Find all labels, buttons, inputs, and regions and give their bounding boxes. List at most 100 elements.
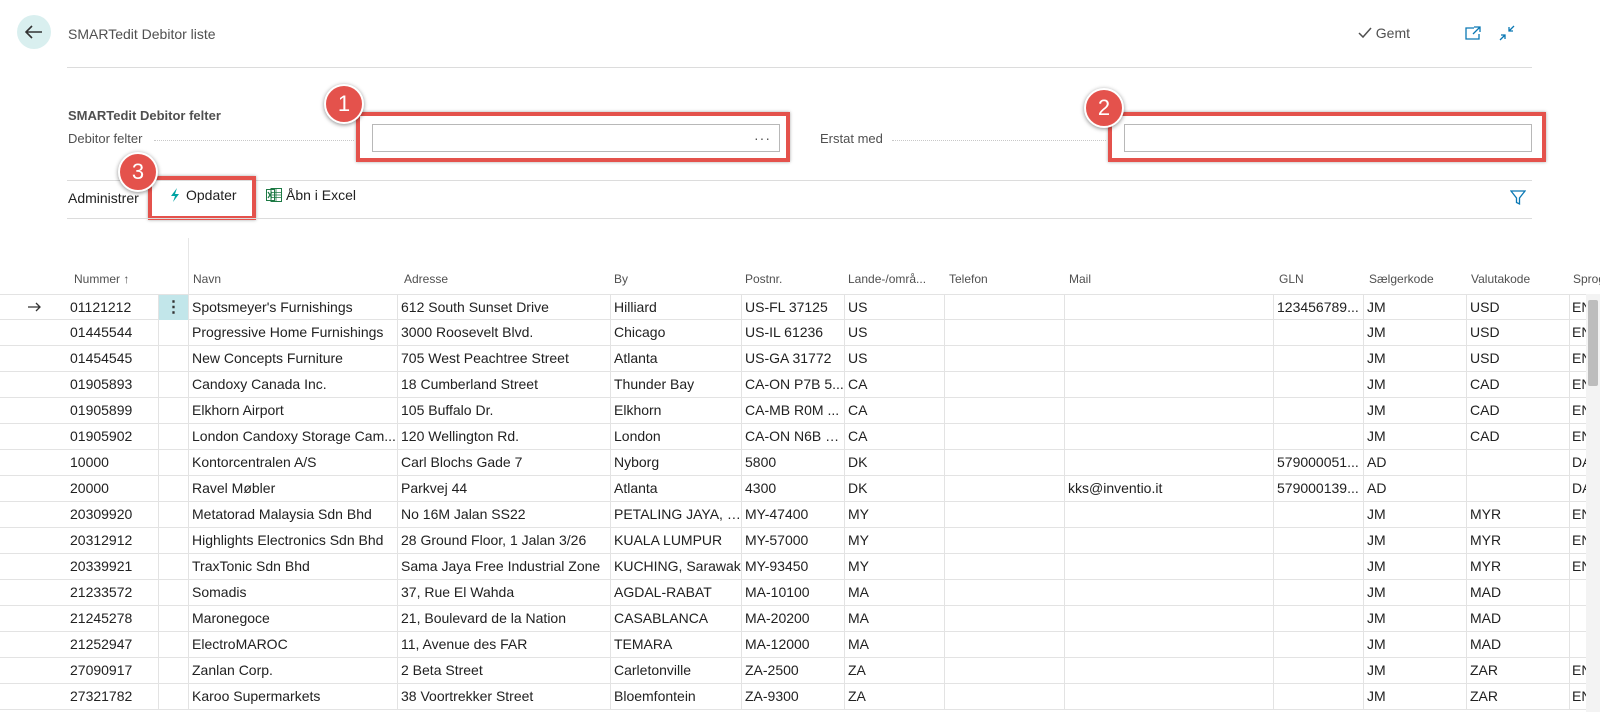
cell-adresse[interactable]: 11, Avenue des FAR <box>398 632 611 657</box>
cell-navn[interactable]: London Candoxy Storage Cam... <box>189 424 398 449</box>
cell-postnr[interactable]: US-FL 37125 <box>742 295 845 320</box>
cell-mail[interactable] <box>1065 580 1274 605</box>
col-header-telefon[interactable]: Telefon <box>949 272 988 286</box>
cell-land[interactable]: ZA <box>845 658 945 683</box>
filter-button[interactable] <box>1509 190 1527 211</box>
cell-valutakode[interactable]: MYR <box>1467 528 1570 553</box>
cell-navn[interactable]: Highlights Electronics Sdn Bhd <box>189 528 398 553</box>
cell-land[interactable]: MA <box>845 580 945 605</box>
cell-postnr[interactable]: US-GA 31772 <box>742 346 845 371</box>
back-button[interactable] <box>17 15 51 49</box>
cell-sprog[interactable] <box>1570 632 1586 657</box>
table-row[interactable]: 21233572 Somadis 37, Rue El Wahda AGDAL-RAB… <box>0 580 1586 606</box>
cell-mail[interactable] <box>1065 528 1274 553</box>
cell-sprog[interactable]: EN <box>1570 398 1586 423</box>
cell-saelgerkode[interactable]: JM <box>1364 346 1467 371</box>
row-menu-cell[interactable]: ⋮ <box>159 295 189 320</box>
cell-valutakode[interactable]: USD <box>1467 346 1570 371</box>
cell-valutakode[interactable]: USD <box>1467 295 1570 320</box>
cell-sprog[interactable] <box>1570 580 1586 605</box>
row-menu-cell[interactable] <box>159 580 189 605</box>
table-row[interactable]: 01905902 London Candoxy Storage Cam... 120… <box>0 424 1586 450</box>
cell-gln[interactable] <box>1274 372 1364 397</box>
cell-adresse[interactable]: 21, Boulevard de la Nation <box>398 606 611 631</box>
cell-mail[interactable] <box>1065 606 1274 631</box>
cell-saelgerkode[interactable]: JM <box>1364 606 1467 631</box>
cell-valutakode[interactable]: CAD <box>1467 398 1570 423</box>
cell-telefon[interactable] <box>945 450 1065 475</box>
cell-saelgerkode[interactable]: JM <box>1364 528 1467 553</box>
cell-gln[interactable]: 579000139... <box>1274 476 1364 501</box>
cell-nummer[interactable]: 21245278 <box>67 606 159 631</box>
row-menu-cell[interactable] <box>159 476 189 501</box>
cell-nummer[interactable]: 01905893 <box>67 372 159 397</box>
cell-adresse[interactable]: 3000 Roosevelt Blvd. <box>398 320 611 345</box>
cell-valutakode[interactable] <box>1467 476 1570 501</box>
administrer-menu[interactable]: Administrer <box>68 190 139 206</box>
cell-adresse[interactable]: Sama Jaya Free Industrial Zone <box>398 554 611 579</box>
cell-postnr[interactable]: MA-20200 <box>742 606 845 631</box>
cell-navn[interactable]: Kontorcentralen A/S <box>189 450 398 475</box>
cell-saelgerkode[interactable]: AD <box>1364 450 1467 475</box>
cell-by[interactable]: KUALA LUMPUR <box>611 528 742 553</box>
cell-gln[interactable] <box>1274 580 1364 605</box>
cell-land[interactable]: ZA <box>845 684 945 709</box>
cell-mail[interactable] <box>1065 658 1274 683</box>
cell-land[interactable]: MA <box>845 632 945 657</box>
row-menu-cell[interactable] <box>159 346 189 371</box>
cell-telefon[interactable] <box>945 632 1065 657</box>
cell-mail[interactable] <box>1065 372 1274 397</box>
cell-gln[interactable] <box>1274 684 1364 709</box>
row-menu-cell[interactable] <box>159 606 189 631</box>
cell-by[interactable]: Elkhorn <box>611 398 742 423</box>
cell-land[interactable]: MY <box>845 502 945 527</box>
cell-saelgerkode[interactable]: JM <box>1364 658 1467 683</box>
table-row[interactable]: 20339921 TraxTonic Sdn Bhd Sama Jaya Free … <box>0 554 1586 580</box>
cell-nummer[interactable]: 01121212 <box>67 295 159 320</box>
cell-land[interactable]: MA <box>845 606 945 631</box>
cell-nummer[interactable]: 01454545 <box>67 346 159 371</box>
cell-telefon[interactable] <box>945 372 1065 397</box>
cell-valutakode[interactable]: MYR <box>1467 502 1570 527</box>
row-menu-cell[interactable] <box>159 554 189 579</box>
cell-adresse[interactable]: 2 Beta Street <box>398 658 611 683</box>
table-row[interactable]: 20000 Ravel Møbler Parkvej 44 Atlanta 4300 DK… <box>0 476 1586 502</box>
cell-adresse[interactable]: 612 South Sunset Drive <box>398 295 611 320</box>
cell-valutakode[interactable] <box>1467 450 1570 475</box>
cell-saelgerkode[interactable]: JM <box>1364 372 1467 397</box>
table-row[interactable]: 01905899 Elkhorn Airport 105 Buffalo Dr. El… <box>0 398 1586 424</box>
col-header-sprog[interactable]: Sprog <box>1573 272 1600 286</box>
col-header-navn[interactable]: Navn <box>193 272 221 286</box>
cell-by[interactable]: Bloemfontein <box>611 684 742 709</box>
cell-adresse[interactable]: Carl Blochs Gade 7 <box>398 450 611 475</box>
row-menu-cell[interactable] <box>159 632 189 657</box>
cell-by[interactable]: Nyborg <box>611 450 742 475</box>
cell-gln[interactable] <box>1274 346 1364 371</box>
cell-by[interactable]: Carletonville <box>611 658 742 683</box>
cell-valutakode[interactable]: MAD <box>1467 632 1570 657</box>
cell-nummer[interactable]: 01445544 <box>67 320 159 345</box>
cell-postnr[interactable]: ZA-2500 <box>742 658 845 683</box>
cell-valutakode[interactable]: USD <box>1467 320 1570 345</box>
table-row[interactable]: 01454545 New Concepts Furniture 705 West P… <box>0 346 1586 372</box>
cell-nummer[interactable]: 21252947 <box>67 632 159 657</box>
cell-navn[interactable]: Elkhorn Airport <box>189 398 398 423</box>
table-row[interactable]: 01445544 Progressive Home Furnishings 3000… <box>0 320 1586 346</box>
open-new-window-button[interactable] <box>1464 24 1482 42</box>
cell-mail[interactable] <box>1065 295 1274 320</box>
cell-by[interactable]: Hilliard <box>611 295 742 320</box>
cell-valutakode[interactable]: MYR <box>1467 554 1570 579</box>
cell-mail[interactable] <box>1065 684 1274 709</box>
cell-navn[interactable]: Somadis <box>189 580 398 605</box>
cell-adresse[interactable]: Parkvej 44 <box>398 476 611 501</box>
cell-saelgerkode[interactable]: JM <box>1364 398 1467 423</box>
more-menu-icon[interactable]: ⋮ <box>159 295 188 320</box>
cell-adresse[interactable]: 18 Cumberland Street <box>398 372 611 397</box>
cell-telefon[interactable] <box>945 606 1065 631</box>
cell-valutakode[interactable]: MAD <box>1467 606 1570 631</box>
collapse-button[interactable] <box>1498 24 1516 42</box>
cell-postnr[interactable]: MA-10100 <box>742 580 845 605</box>
cell-land[interactable]: US <box>845 320 945 345</box>
cell-by[interactable]: London <box>611 424 742 449</box>
cell-land[interactable]: MY <box>845 528 945 553</box>
